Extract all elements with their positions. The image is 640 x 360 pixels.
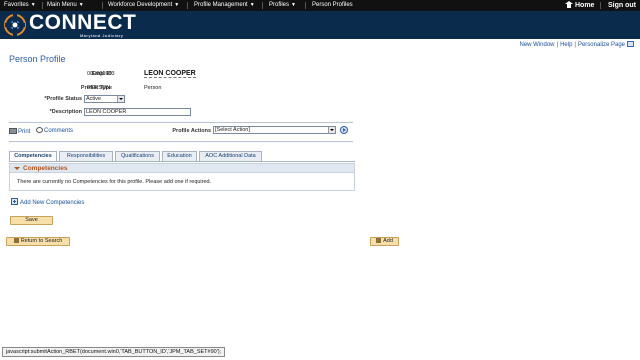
save-button[interactable]: Save	[10, 216, 53, 225]
chevron-down-icon: ▼	[78, 2, 84, 8]
nav-workforce-development[interactable]: Workforce Development ▼	[108, 1, 179, 10]
chevron-down-icon	[328, 127, 335, 133]
nav-main-menu[interactable]: Main Menu ▼	[47, 1, 84, 10]
profile-status-select[interactable]: Active	[84, 95, 125, 103]
description-label: *Description	[49, 109, 82, 115]
nav-profile-mgmt-label: Profile Management	[194, 2, 248, 8]
help-link[interactable]: Help	[560, 42, 572, 48]
chevron-down-icon: ▼	[174, 2, 180, 8]
competencies-panel: Competencies There are currently no Comp…	[9, 163, 355, 191]
competencies-title: Competencies	[23, 165, 68, 172]
browser-status-bar: javascript:submitAction_RBET(document.wi…	[2, 347, 226, 357]
add-new-competencies-link[interactable]: Add New Competencies	[11, 198, 84, 206]
nav-separator	[42, 2, 43, 9]
tab-responsibilities[interactable]: Responsibilities	[59, 151, 113, 161]
return-to-search-button[interactable]: Return to Search	[6, 237, 70, 246]
nav-profile-management[interactable]: Profile Management ▼	[194, 1, 255, 10]
personalize-page-link[interactable]: Personalize Page	[578, 42, 625, 48]
utility-separator: |	[574, 42, 576, 48]
comment-icon	[36, 127, 43, 133]
nav-separator	[305, 2, 306, 9]
home-icon	[565, 1, 573, 8]
comments-label: Comments	[44, 128, 74, 134]
new-window-link[interactable]: New Window	[519, 42, 554, 48]
profile-actions-select[interactable]: [Select Action]	[213, 126, 336, 134]
nav-separator	[600, 2, 601, 9]
add-icon	[376, 238, 382, 243]
profile-status-label: *Profile Status	[44, 96, 82, 102]
return-to-search-label: Return to Search	[20, 238, 63, 244]
nav-person-profiles[interactable]: Person Profiles	[312, 1, 353, 10]
logo-mark-icon	[4, 14, 26, 36]
person-name: LEON COOPER	[144, 70, 196, 78]
printer-icon	[9, 128, 17, 134]
nav-workforce-label: Workforce Development	[108, 2, 173, 8]
page-title: Person Profile	[9, 54, 66, 64]
competencies-empty-message: There are currently no Competencies for …	[17, 179, 212, 185]
tab-qualifications[interactable]: Qualifications	[115, 151, 160, 161]
add-icon	[11, 198, 18, 205]
app-logo-subtitle: Maryland Judiciary	[80, 33, 124, 38]
chevron-down-icon: ▼	[249, 2, 255, 8]
nav-profiles-label: Profiles	[269, 2, 290, 8]
profile-type-value: PERSON	[87, 85, 111, 91]
home-link[interactable]: Home	[565, 1, 594, 10]
nav-separator	[102, 2, 103, 9]
section-divider	[9, 141, 353, 142]
sign-out-link[interactable]: Sign out	[608, 1, 636, 10]
nav-separator	[262, 2, 263, 9]
home-label: Home	[575, 2, 595, 9]
utility-separator: |	[556, 42, 559, 48]
tab-underline	[9, 161, 355, 162]
description-input[interactable]: LEON COOPER	[84, 108, 191, 116]
section-divider	[9, 122, 353, 123]
print-label: Print	[18, 129, 31, 135]
utility-links: New Window | Help | Personalize Page	[519, 41, 634, 48]
nav-person-profiles-label: Person Profiles	[312, 2, 353, 8]
empl-id-value: 000001683	[87, 71, 115, 77]
collapse-triangle-icon[interactable]	[14, 167, 20, 170]
return-icon	[13, 238, 19, 243]
nav-separator	[187, 2, 188, 9]
tab-aoc-additional-data[interactable]: AOC Additional Data	[199, 151, 262, 161]
go-arrow-icon[interactable]	[340, 126, 348, 134]
nav-favorites-label: Favorites	[4, 2, 29, 8]
chevron-down-icon: ▼	[30, 2, 36, 8]
print-link[interactable]: Print	[9, 128, 30, 135]
nav-favorites[interactable]: Favorites ▼	[4, 1, 36, 10]
top-nav-bar: Favorites ▼ Main Menu ▼ Workforce Developm…	[0, 0, 640, 11]
add-label: Add	[383, 238, 393, 244]
window-icon[interactable]	[627, 41, 634, 47]
nav-profiles[interactable]: Profiles ▼	[269, 1, 296, 10]
profile-actions-label: Profile Actions	[172, 128, 211, 134]
chevron-down-icon: ▼	[291, 2, 296, 8]
profile-type-description: Person	[144, 85, 162, 91]
tab-education[interactable]: Education	[162, 151, 197, 161]
nav-main-menu-label: Main Menu	[47, 2, 77, 8]
profile-status-value: Active	[86, 96, 101, 102]
profile-actions-value: [Select Action]	[215, 127, 250, 133]
add-button[interactable]: Add	[370, 237, 399, 246]
chevron-down-icon	[117, 96, 124, 102]
comments-link[interactable]: Comments	[36, 127, 73, 134]
competencies-header[interactable]: Competencies	[10, 164, 354, 173]
app-logo-text: CONNECT	[29, 11, 137, 34]
add-new-competencies-label: Add New Competencies	[20, 200, 85, 206]
